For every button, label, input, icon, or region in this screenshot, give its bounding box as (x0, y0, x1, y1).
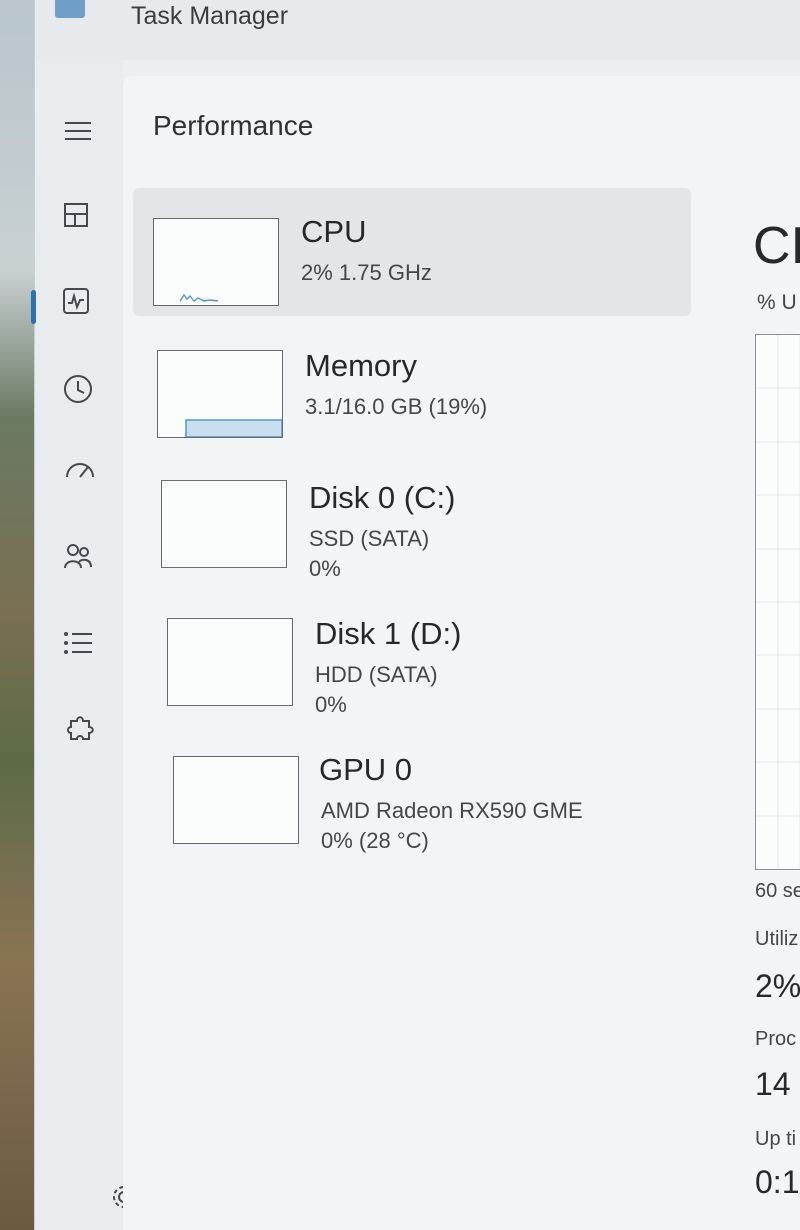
processes-grid-icon (64, 203, 88, 227)
hamburger-menu-button[interactable] (55, 108, 101, 154)
history-clock-icon (64, 375, 92, 403)
active-indicator (31, 290, 36, 324)
device-name: Memory (305, 348, 417, 383)
nav-details[interactable] (55, 620, 101, 666)
utilization-value: 2% (755, 968, 800, 1004)
navigation-rail (31, 60, 135, 1230)
window-title: Task Manager (131, 2, 289, 30)
uptime-label: Up ti (755, 1128, 797, 1150)
gpu0-thumbnail-graph (173, 756, 299, 844)
device-name: CPU (301, 214, 367, 249)
memory-usage-fill (185, 419, 282, 437)
nav-users[interactable] (55, 534, 101, 580)
cpu-thumbnail-graph (153, 218, 279, 306)
memory-thumbnail-graph (157, 350, 283, 438)
graph-time-label: 60 se (755, 880, 800, 902)
device-name: Disk 0 (C:) (309, 480, 456, 515)
hamburger-icon (65, 122, 91, 140)
nav-performance[interactable] (53, 278, 99, 324)
device-type: SSD (SATA) (309, 526, 430, 551)
nav-startup-apps[interactable] (57, 448, 103, 494)
disk1-thumbnail-graph (167, 618, 293, 706)
details-list-icon (64, 632, 92, 654)
cpu-utilization-graph (755, 334, 800, 870)
detail-heading: CI (753, 217, 800, 275)
utilization-label: Utiliz (755, 928, 799, 950)
title-bar: Task Manager (35, 0, 800, 60)
device-usage: 0% (315, 692, 347, 717)
users-icon (64, 544, 92, 569)
services-puzzle-icon (67, 716, 94, 740)
device-name: GPU 0 (319, 752, 413, 787)
disk0-thumbnail-graph (161, 480, 287, 568)
detail-graph-unit: % U (757, 291, 797, 314)
nav-app-history[interactable] (55, 366, 101, 412)
device-item-gpu0[interactable]: GPU 0 AMD Radeon RX590 GME 0% (28 °C) (133, 726, 691, 854)
device-model: AMD Radeon RX590 GME (321, 798, 583, 823)
device-usage: 0% (309, 556, 341, 581)
device-name: Disk 1 (D:) (315, 616, 462, 651)
startup-speedometer-icon (66, 463, 94, 478)
device-usage: 0% (28 °C) (321, 828, 429, 853)
cpu-detail-panel: CI % U 60 se Utiliz 2% Proc 14 Up ti 0:1 (733, 188, 800, 1228)
performance-chart-icon (63, 288, 89, 314)
processes-label: Proc (755, 1028, 797, 1050)
uptime-value: 0:1 (755, 1164, 800, 1200)
device-item-memory[interactable]: Memory 3.1/16.0 GB (19%) (133, 322, 691, 450)
device-summary: 3.1/16.0 GB (19%) (305, 394, 488, 419)
nav-services[interactable] (57, 706, 103, 752)
nav-processes[interactable] (53, 192, 99, 238)
page-title: Performance (153, 110, 314, 141)
device-item-disk1[interactable]: Disk 1 (D:) HDD (SATA) 0% (133, 590, 691, 718)
device-summary: 2% 1.75 GHz (301, 260, 432, 285)
performance-content: Performance CPU 2% 1.75 GHz Memory 3.1/1… (123, 76, 800, 1230)
device-item-cpu[interactable]: CPU 2% 1.75 GHz (133, 188, 691, 316)
device-item-disk0[interactable]: Disk 0 (C:) SSD (SATA) 0% (133, 454, 691, 582)
task-manager-app-icon (55, 0, 85, 18)
device-type: HDD (SATA) (315, 662, 438, 687)
processes-value: 14 (755, 1066, 791, 1102)
cpu-usage-line (179, 293, 219, 302)
task-manager-window: Task Manager Performance CPU 2% 1.75 GHz… (31, 0, 800, 1230)
